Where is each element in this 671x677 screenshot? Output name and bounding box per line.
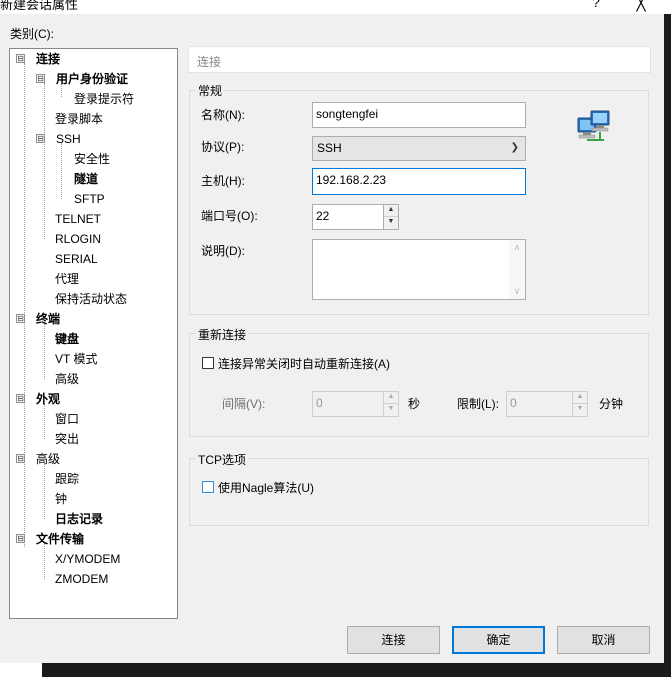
tree-item-bell[interactable]: 钟 <box>55 490 67 508</box>
spin-down-icon[interactable]: ▼ <box>384 404 398 416</box>
interval-stepper[interactable]: ▲ ▼ <box>383 391 399 417</box>
collapse-icon[interactable]: ⊟ <box>16 314 25 323</box>
tree-item-terminal-advanced[interactable]: 高级 <box>55 370 79 388</box>
port-stepper[interactable]: ▲ ▼ <box>383 204 399 230</box>
category-tree[interactable]: ⊟ 连接 ⊟ 用户身份验证 登录提示符 登录脚本 ⊟ SSH 安全性 隧道 SF… <box>9 48 178 619</box>
tree-item-label: 连接 <box>36 52 61 66</box>
tree-item-security[interactable]: 安全性 <box>74 150 110 168</box>
tree-item-trace[interactable]: 跟踪 <box>55 470 79 488</box>
ok-button[interactable]: 确定 <box>452 626 545 654</box>
tree-item-label: 外观 <box>36 392 61 406</box>
section-header: 连接 <box>188 46 651 73</box>
limit-field[interactable]: 0 <box>506 391 574 417</box>
tree-guide-line <box>44 543 45 579</box>
host-field[interactable]: 192.168.2.23 <box>312 168 526 195</box>
tree-item-keyboard[interactable]: 键盘 <box>55 330 79 348</box>
spin-up-icon[interactable]: ▲ <box>384 392 398 404</box>
spin-up-icon[interactable]: ▲ <box>384 205 398 217</box>
limit-label: 限制(L): <box>457 397 500 411</box>
tree-guide-line <box>44 403 45 439</box>
collapse-icon[interactable]: ⊟ <box>16 394 25 403</box>
tree-item-xymodem[interactable]: X/YMODEM <box>55 550 120 568</box>
background-strip <box>0 663 42 677</box>
port-label: 端口号(O): <box>201 209 258 223</box>
tree-item-login-prompt[interactable]: 登录提示符 <box>74 90 134 108</box>
port-field[interactable]: 22 <box>312 204 384 230</box>
reconnect-group <box>189 333 649 437</box>
tcp-group-title: TCP选项 <box>196 451 249 468</box>
tree-guide-line <box>44 323 45 379</box>
collapse-icon[interactable]: ⊟ <box>36 74 45 83</box>
reconnect-group-title: 重新连接 <box>196 326 249 343</box>
protocol-value: SSH <box>317 141 342 155</box>
background-strip <box>664 14 671 677</box>
cancel-button[interactable]: 取消 <box>557 626 650 654</box>
description-scrollbar[interactable]: ∧ ∨ <box>509 240 525 299</box>
tree-item-label: 高级 <box>36 452 61 466</box>
tree-item-vt-mode[interactable]: VT 模式 <box>55 350 97 368</box>
nagle-checkbox[interactable] <box>202 481 214 493</box>
spin-down-icon[interactable]: ▼ <box>573 404 587 416</box>
tree-item-tunnel[interactable]: 隧道 <box>74 170 98 188</box>
scroll-up-icon[interactable]: ∧ <box>509 242 525 253</box>
protocol-select[interactable]: SSH ❯ <box>312 136 526 161</box>
nagle-label: 使用Nagle算法(U) <box>218 481 315 495</box>
title-bar: 新建会话属性 ? ╳ <box>0 0 671 14</box>
section-header-text: 连接 <box>197 55 222 69</box>
general-group-title: 常规 <box>196 82 225 99</box>
tree-item-label: 用户身份验证 <box>56 72 129 86</box>
description-label: 说明(D): <box>201 244 245 258</box>
minutes-unit-label: 分钟 <box>599 397 624 411</box>
tree-guide-line <box>24 63 25 547</box>
description-field[interactable]: ∧ ∨ <box>312 239 526 300</box>
category-label: 类别(C): <box>10 27 54 41</box>
tree-item-serial[interactable]: SERIAL <box>55 250 98 268</box>
tree-item-label: 文件传输 <box>36 532 85 546</box>
tree-item-label: SSH <box>56 132 81 146</box>
spin-down-icon[interactable]: ▼ <box>384 217 398 229</box>
tree-guide-line <box>44 463 45 519</box>
tree-item-rlogin[interactable]: RLOGIN <box>55 230 101 248</box>
chevron-down-icon: ❯ <box>510 142 519 153</box>
close-button[interactable]: ╳ <box>630 0 652 12</box>
connect-button[interactable]: 连接 <box>347 626 440 654</box>
scroll-down-icon[interactable]: ∨ <box>509 286 525 297</box>
limit-stepper[interactable]: ▲ ▼ <box>572 391 588 417</box>
seconds-unit-label: 秒 <box>408 397 421 411</box>
collapse-icon[interactable]: ⊟ <box>36 134 45 143</box>
collapse-icon[interactable]: ⊟ <box>16 454 25 463</box>
tree-item-zmodem[interactable]: ZMODEM <box>55 570 108 588</box>
auto-reconnect-label: 连接异常关闭时自动重新连接(A) <box>218 357 390 371</box>
collapse-icon[interactable]: ⊟ <box>16 534 25 543</box>
spin-up-icon[interactable]: ▲ <box>573 392 587 404</box>
tree-item-sftp[interactable]: SFTP <box>74 190 105 208</box>
tree-guide-line <box>44 83 45 239</box>
tree-item-telnet[interactable]: TELNET <box>55 210 101 228</box>
network-computers-icon <box>576 108 612 144</box>
tree-guide-line <box>61 143 62 199</box>
auto-reconnect-checkbox[interactable] <box>202 357 214 369</box>
background-strip <box>0 663 671 677</box>
host-label: 主机(H): <box>201 174 245 188</box>
interval-field[interactable]: 0 <box>312 391 384 417</box>
name-label: 名称(N): <box>201 108 245 122</box>
tree-item-proxy[interactable]: 代理 <box>55 270 79 288</box>
tree-item-login-script[interactable]: 登录脚本 <box>55 110 103 128</box>
tree-item-keepalive[interactable]: 保持活动状态 <box>55 290 127 308</box>
tree-item-label: 终端 <box>36 312 61 326</box>
tree-item-window[interactable]: 窗口 <box>55 410 79 428</box>
window-title: 新建会话属性 <box>0 0 79 12</box>
tree-item-highlight[interactable]: 突出 <box>55 430 79 448</box>
help-button[interactable]: ? <box>585 0 607 10</box>
collapse-icon[interactable]: ⊟ <box>16 54 25 63</box>
name-field[interactable]: songtengfei <box>312 102 526 128</box>
tree-item-logging[interactable]: 日志记录 <box>55 510 103 528</box>
protocol-label: 协议(P): <box>201 140 245 154</box>
interval-label: 间隔(V): <box>222 397 266 411</box>
